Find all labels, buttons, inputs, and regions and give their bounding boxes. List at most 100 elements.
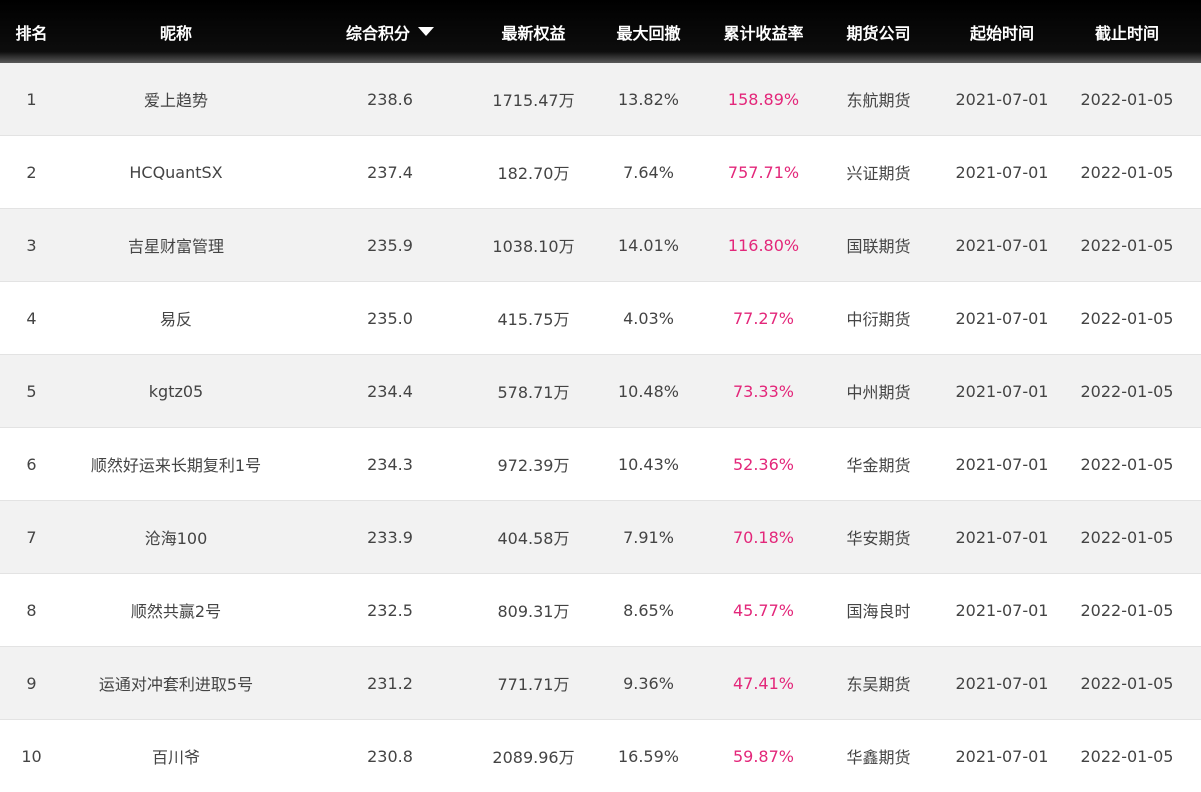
company-cell: 华安期货 — [846, 529, 911, 548]
start-time-cell: 2021-07-01 — [955, 235, 1049, 255]
table-row[interactable]: 9 运通对冲套利进取5号 231.2 771.71万 9.36% 47.41% … — [0, 647, 1201, 720]
drawdown-cell: 10.48% — [617, 381, 679, 401]
nickname-cell[interactable]: 易反 — [63, 282, 289, 354]
drawdown-cell: 4.03% — [623, 308, 674, 328]
return-cell: 77.27% — [732, 308, 794, 328]
drawdown-cell: 14.01% — [617, 235, 679, 255]
company-cell: 东吴期货 — [846, 675, 911, 694]
nickname-cell[interactable]: 爱上趋势 — [63, 63, 289, 135]
score-cell: 237.4 — [367, 162, 413, 182]
header-start-time[interactable]: 起始时间 — [951, 0, 1053, 63]
start-time-cell: 2021-07-01 — [955, 600, 1049, 620]
equity-cell: 771.71万 — [497, 675, 570, 694]
table-row[interactable]: 6 顺然好运来长期复利1号 234.3 972.39万 10.43% 52.36… — [0, 428, 1201, 501]
drawdown-cell: 13.82% — [617, 89, 679, 109]
return-cell: 757.71% — [727, 162, 800, 182]
equity-cell: 809.31万 — [497, 602, 570, 621]
end-time-cell: 2022-01-05 — [1080, 673, 1174, 693]
end-time-cell: 2022-01-05 — [1080, 162, 1174, 182]
header-drawdown[interactable]: 最大回撤 — [576, 0, 721, 63]
nickname-cell[interactable]: 百川爷 — [63, 720, 289, 792]
equity-cell: 1038.10万 — [492, 237, 575, 256]
header-rank[interactable]: 排名 — [0, 0, 63, 63]
return-cell: 59.87% — [732, 746, 794, 766]
score-cell: 234.4 — [367, 381, 413, 401]
company-cell: 中衍期货 — [846, 310, 911, 329]
ranking-table: 排名 昵称 综合积分 最新权益 最大回撤 累计收益率 期货公司 起始时间 截止时… — [0, 0, 1201, 792]
rank-cell: 2 — [26, 162, 37, 182]
start-time-cell: 2021-07-01 — [955, 162, 1049, 182]
header-equity[interactable]: 最新权益 — [491, 0, 576, 63]
score-cell: 234.3 — [367, 454, 413, 474]
header-company[interactable]: 期货公司 — [806, 0, 951, 63]
rank-cell: 7 — [26, 527, 37, 547]
rank-cell: 8 — [26, 600, 37, 620]
score-cell: 233.9 — [367, 527, 413, 547]
table-header: 排名 昵称 综合积分 最新权益 最大回撤 累计收益率 期货公司 起始时间 截止时… — [0, 0, 1201, 63]
end-time-cell: 2022-01-05 — [1080, 308, 1174, 328]
return-cell: 52.36% — [732, 454, 794, 474]
start-time-cell: 2021-07-01 — [955, 746, 1049, 766]
score-cell: 235.9 — [367, 235, 413, 255]
rank-cell: 9 — [26, 673, 37, 693]
rank-cell: 4 — [26, 308, 37, 328]
company-cell: 东航期货 — [846, 91, 911, 110]
header-return[interactable]: 累计收益率 — [721, 0, 806, 63]
score-cell: 235.0 — [367, 308, 413, 328]
nickname-cell[interactable]: HCQuantSX — [63, 136, 289, 208]
table-body: 1 爱上趋势 238.6 1715.47万 13.82% 158.89% 东航期… — [0, 63, 1201, 792]
drawdown-cell: 7.91% — [623, 527, 674, 547]
start-time-cell: 2021-07-01 — [955, 308, 1049, 328]
nickname-cell[interactable]: 顺然好运来长期复利1号 — [63, 428, 289, 500]
table-row[interactable]: 4 易反 235.0 415.75万 4.03% 77.27% 中衍期货 202… — [0, 282, 1201, 355]
nickname-cell[interactable]: kgtz05 — [63, 355, 289, 427]
table-row[interactable]: 8 顺然共赢2号 232.5 809.31万 8.65% 45.77% 国海良时… — [0, 574, 1201, 647]
end-time-cell: 2022-01-05 — [1080, 527, 1174, 547]
table-row[interactable]: 3 吉星财富管理 235.9 1038.10万 14.01% 116.80% 国… — [0, 209, 1201, 282]
header-score-label: 综合积分 — [345, 23, 410, 43]
start-time-cell: 2021-07-01 — [955, 89, 1049, 109]
end-time-cell: 2022-01-05 — [1080, 454, 1174, 474]
return-cell: 158.89% — [727, 89, 800, 109]
header-nickname[interactable]: 昵称 — [63, 0, 289, 63]
rank-cell: 5 — [26, 381, 37, 401]
equity-cell: 972.39万 — [497, 456, 570, 475]
start-time-cell: 2021-07-01 — [955, 673, 1049, 693]
header-score[interactable]: 综合积分 — [289, 0, 491, 63]
equity-cell: 1715.47万 — [492, 91, 575, 110]
nickname-cell[interactable]: 运通对冲套利进取5号 — [63, 647, 289, 719]
equity-cell: 404.58万 — [497, 529, 570, 548]
drawdown-cell: 9.36% — [623, 673, 674, 693]
company-cell: 国联期货 — [846, 237, 911, 256]
table-row[interactable]: 1 爱上趋势 238.6 1715.47万 13.82% 158.89% 东航期… — [0, 63, 1201, 136]
nickname-cell[interactable]: 顺然共赢2号 — [63, 574, 289, 646]
score-cell: 238.6 — [367, 89, 413, 109]
end-time-cell: 2022-01-05 — [1080, 235, 1174, 255]
end-time-cell: 2022-01-05 — [1080, 746, 1174, 766]
table-row[interactable]: 7 沧海100 233.9 404.58万 7.91% 70.18% 华安期货 … — [0, 501, 1201, 574]
end-time-cell: 2022-01-05 — [1080, 381, 1174, 401]
score-cell: 232.5 — [367, 600, 413, 620]
header-end-time[interactable]: 截止时间 — [1053, 0, 1201, 63]
drawdown-cell: 7.64% — [623, 162, 674, 182]
nickname-cell[interactable]: 吉星财富管理 — [63, 209, 289, 281]
table-row[interactable]: 5 kgtz05 234.4 578.71万 10.48% 73.33% 中州期… — [0, 355, 1201, 428]
equity-cell: 182.70万 — [497, 164, 570, 183]
nickname-cell[interactable]: 沧海100 — [63, 501, 289, 573]
company-cell: 兴证期货 — [846, 164, 911, 183]
rank-cell: 3 — [26, 235, 37, 255]
table-row[interactable]: 10 百川爷 230.8 2089.96万 16.59% 59.87% 华鑫期货… — [0, 720, 1201, 792]
score-cell: 230.8 — [367, 746, 413, 766]
company-cell: 华鑫期货 — [846, 748, 911, 767]
return-cell: 116.80% — [727, 235, 800, 255]
table-row[interactable]: 2 HCQuantSX 237.4 182.70万 7.64% 757.71% … — [0, 136, 1201, 209]
equity-cell: 2089.96万 — [492, 748, 575, 767]
drawdown-cell: 16.59% — [617, 746, 679, 766]
drawdown-cell: 8.65% — [623, 600, 674, 620]
company-cell: 华金期货 — [846, 456, 911, 475]
return-cell: 73.33% — [732, 381, 794, 401]
sort-down-icon[interactable] — [418, 27, 434, 36]
rank-cell: 1 — [26, 89, 37, 109]
rank-cell: 6 — [26, 454, 37, 474]
company-cell: 国海良时 — [846, 602, 911, 621]
